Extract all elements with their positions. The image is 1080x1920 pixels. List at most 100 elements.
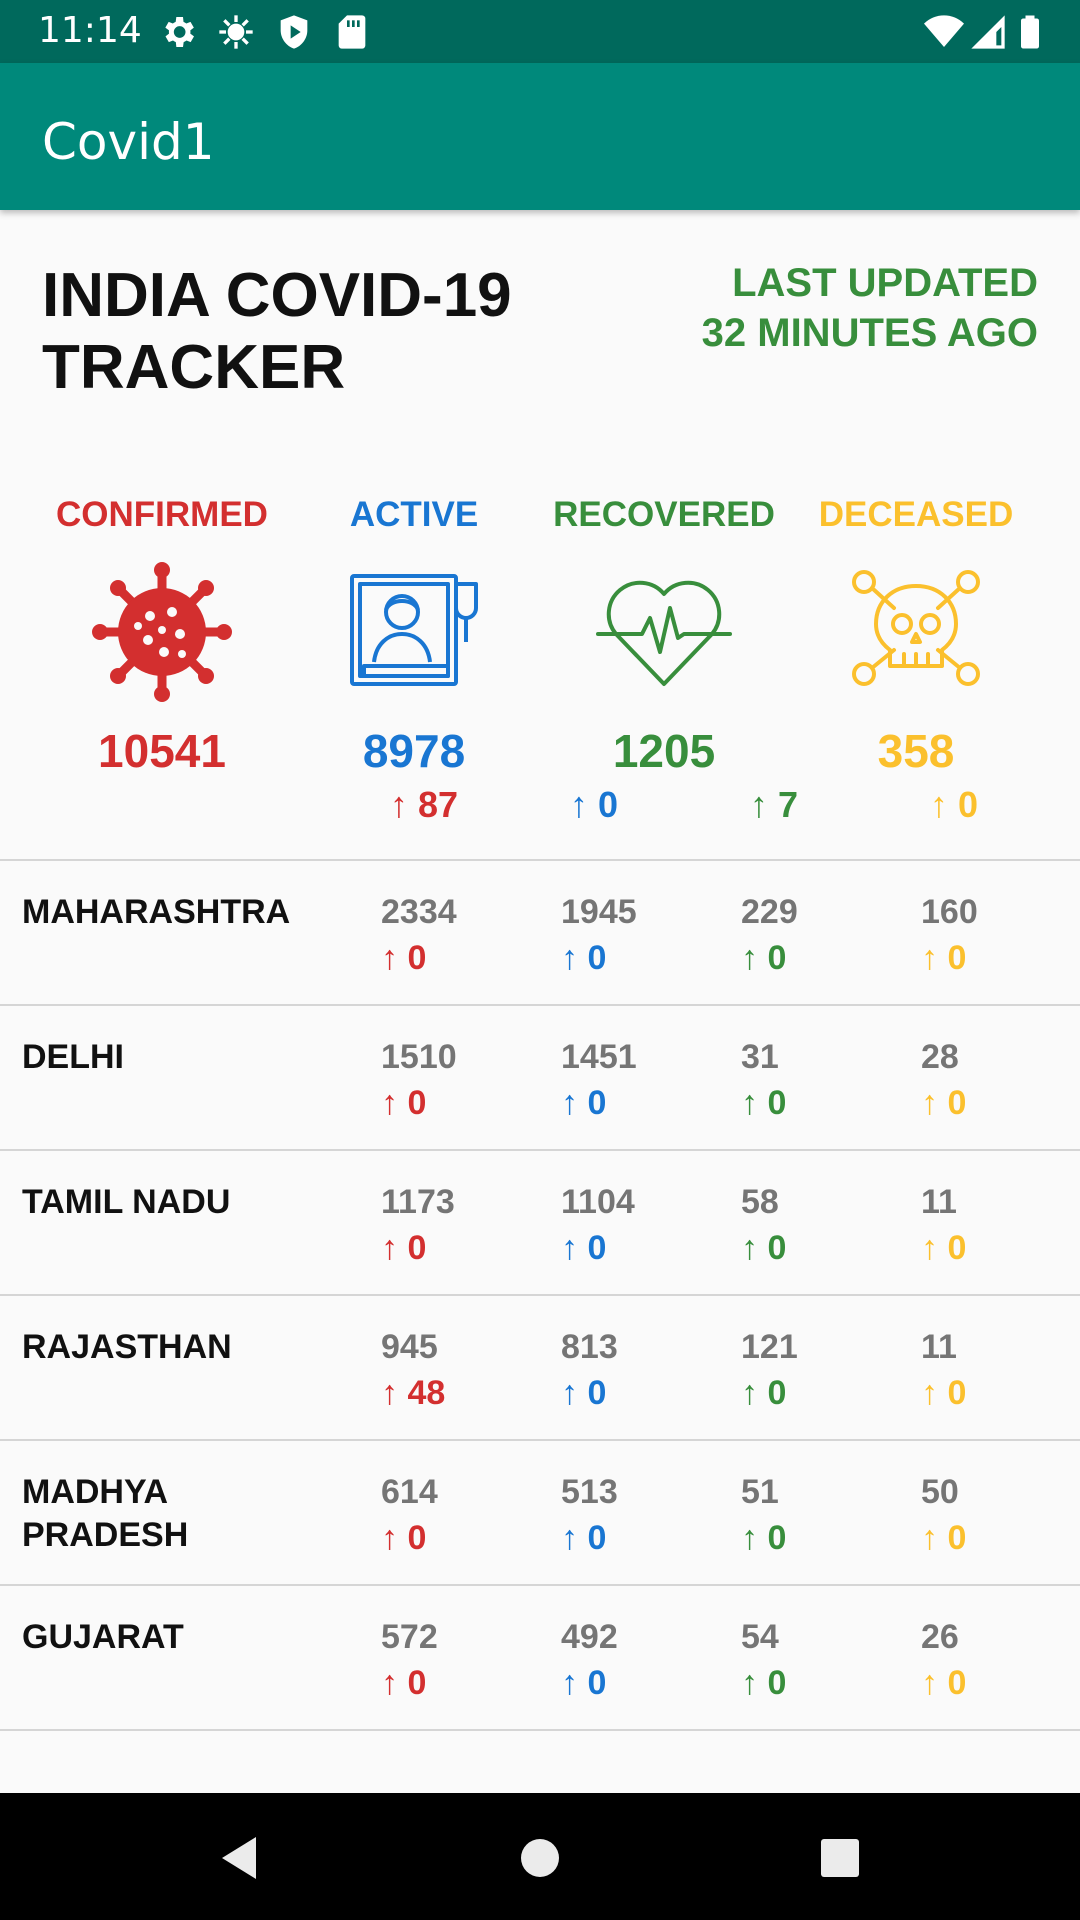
recovered-change: ↑ 0 — [741, 1374, 787, 1412]
confirmed-change: ↑ 0 — [381, 1664, 427, 1702]
deceased-cell: 11 ↑ 0 — [921, 1181, 1080, 1272]
hospital-bed-icon — [344, 562, 484, 702]
summary-deceased: DECEASED 358 — [786, 490, 1046, 778]
recovered-cell: 31 ↑ 0 — [741, 1036, 901, 1127]
deceased-change: ↑ 0 — [921, 1229, 967, 1267]
back-button-icon[interactable] — [214, 1833, 264, 1883]
confirmed-value: 2334 — [381, 893, 457, 931]
deceased-value: 28 — [921, 1038, 959, 1076]
recovered-value: 121 — [741, 1328, 798, 1366]
state-name: MAHARASHTRA — [22, 893, 291, 931]
table-row[interactable]: TAMIL NADU 1173 ↑ 0 1104 ↑ 0 58 ↑ 0 11 ↑… — [0, 1151, 1080, 1294]
recovered-change: ↑ 0 — [741, 1229, 787, 1267]
deceased-label: DECEASED — [818, 495, 1014, 534]
confirmed-change: ↑ 0 — [381, 1229, 427, 1267]
recovered-change: ↑ 0 — [741, 1084, 787, 1122]
state-name: DELHI — [22, 1038, 124, 1076]
deceased-change: ↑ 0 — [921, 1664, 967, 1702]
confirmed-cell: 945 ↑ 48 — [381, 1326, 541, 1417]
deceased-change: ↑ 0 — [921, 939, 967, 977]
home-button-icon[interactable] — [515, 1833, 565, 1883]
last-updated-time: 32 MINUTES AGO — [701, 311, 1038, 355]
deceased-value: 26 — [921, 1618, 959, 1656]
confirmed-cell: 1510 ↑ 0 — [381, 1036, 541, 1127]
confirmed-change: ↑ 0 — [381, 1519, 427, 1557]
recovered-value: 229 — [741, 893, 798, 931]
deceased-cell: 28 ↑ 0 — [921, 1036, 1080, 1127]
state-name: RAJASTHAN — [22, 1328, 232, 1366]
state-name: GUJARAT — [22, 1618, 184, 1656]
summary-deltas: ↑ 87 ↑ 0 ↑ 7 ↑ 0 — [0, 790, 1080, 830]
state-name: TAMIL NADU — [22, 1183, 231, 1221]
active-value: 813 — [561, 1328, 618, 1366]
virus-icon — [92, 562, 232, 702]
confirmed-cell: 572 ↑ 0 — [381, 1616, 541, 1707]
divider — [0, 1729, 1080, 1731]
summary-recovered: RECOVERED 1205 — [534, 490, 794, 778]
active-change: ↑ 0 — [561, 1229, 607, 1267]
state-name: MADHYA PRADESH — [22, 1473, 189, 1554]
battery-icon — [1021, 15, 1039, 49]
confirmed-value: 614 — [381, 1473, 438, 1511]
active-cell: 1104 ↑ 0 — [561, 1181, 721, 1272]
confirmed-value: 1173 — [381, 1183, 455, 1221]
recovered-cell: 229 ↑ 0 — [741, 891, 901, 982]
deceased-delta: ↑ 0 — [930, 790, 979, 825]
deceased-cell: 160 ↑ 0 — [921, 891, 1080, 982]
active-delta: ↑ 0 — [570, 790, 619, 825]
deceased-change: ↑ 0 — [921, 1084, 967, 1122]
active-cell: 513 ↑ 0 — [561, 1471, 721, 1562]
active-change: ↑ 0 — [561, 1519, 607, 1557]
wifi-icon — [924, 15, 964, 47]
page-title: INDIA COVID-19 TRACKER — [42, 261, 512, 402]
table-row[interactable]: MADHYA PRADESH 614 ↑ 0 513 ↑ 0 51 ↑ 0 50… — [0, 1441, 1080, 1584]
confirmed-cell: 1173 ↑ 0 — [381, 1181, 541, 1272]
deceased-cell: 26 ↑ 0 — [921, 1616, 1080, 1707]
summary-confirmed: CONFIRMED 10541 — [32, 490, 292, 778]
confirmed-change: ↑ 48 — [381, 1374, 446, 1412]
deceased-change: ↑ 0 — [921, 1374, 967, 1412]
confirmed-value: 1510 — [381, 1038, 457, 1076]
recovered-cell: 51 ↑ 0 — [741, 1471, 901, 1562]
settings-icon — [165, 17, 194, 47]
deceased-total: 358 — [877, 725, 955, 777]
recovered-value: 51 — [741, 1473, 779, 1511]
recents-button-icon[interactable] — [815, 1833, 865, 1883]
status-time: 11:14 — [38, 10, 142, 51]
active-value: 1104 — [561, 1183, 635, 1221]
confirmed-cell: 614 ↑ 0 — [381, 1471, 541, 1562]
last-updated: LAST UPDATED 32 MINUTES AGO — [618, 258, 1038, 358]
recovered-total: 1205 — [612, 725, 716, 777]
deceased-value: 11 — [921, 1183, 957, 1221]
deceased-cell: 50 ↑ 0 — [921, 1471, 1080, 1562]
recovered-label: RECOVERED — [553, 495, 775, 534]
confirmed-value: 945 — [381, 1328, 438, 1366]
deceased-cell: 11 ↑ 0 — [921, 1326, 1080, 1417]
last-updated-label: LAST UPDATED — [732, 261, 1038, 305]
app-bar: Covid1 — [0, 63, 1080, 210]
recovered-delta: ↑ 7 — [750, 790, 799, 825]
sd-card-icon — [338, 15, 366, 49]
navigation-bar — [0, 1793, 1080, 1920]
recovered-value: 31 — [741, 1038, 779, 1076]
table-row[interactable]: DELHI 1510 ↑ 0 1451 ↑ 0 31 ↑ 0 28 ↑ 0 — [0, 1006, 1080, 1149]
table-row[interactable]: RAJASTHAN 945 ↑ 48 813 ↑ 0 121 ↑ 0 11 ↑ … — [0, 1296, 1080, 1439]
table-row[interactable]: GUJARAT 572 ↑ 0 492 ↑ 0 54 ↑ 0 26 ↑ 0 — [0, 1586, 1080, 1729]
deceased-change: ↑ 0 — [921, 1519, 967, 1557]
deceased-value: 11 — [921, 1328, 957, 1366]
recovered-value: 54 — [741, 1618, 779, 1656]
status-bar: 11:14 — [0, 0, 1080, 63]
active-value: 513 — [561, 1473, 618, 1511]
app-title: Covid1 — [42, 113, 215, 171]
confirmed-change: ↑ 0 — [381, 1084, 427, 1122]
active-label: ACTIVE — [349, 495, 479, 534]
confirmed-delta: ↑ 87 — [390, 790, 459, 825]
active-change: ↑ 0 — [561, 1084, 607, 1122]
recovered-cell: 54 ↑ 0 — [741, 1616, 901, 1707]
active-cell: 492 ↑ 0 — [561, 1616, 721, 1707]
active-cell: 1451 ↑ 0 — [561, 1036, 721, 1127]
active-change: ↑ 0 — [561, 939, 607, 977]
active-value: 1945 — [561, 893, 637, 931]
active-value: 492 — [561, 1618, 618, 1656]
table-row[interactable]: MAHARASHTRA 2334 ↑ 0 1945 ↑ 0 229 ↑ 0 16… — [0, 861, 1080, 1004]
